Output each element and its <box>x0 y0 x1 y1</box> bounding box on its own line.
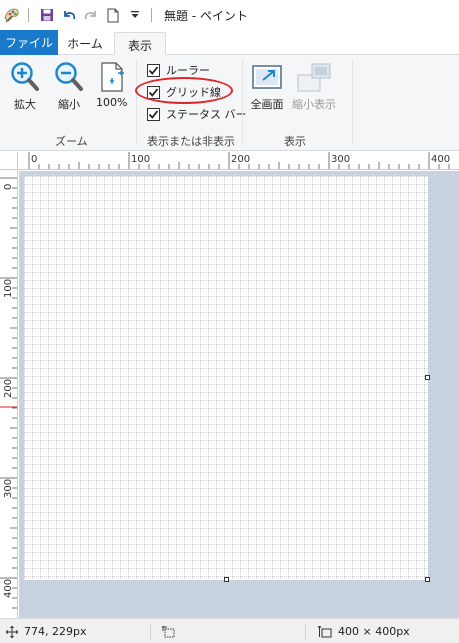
rulers-label: ルーラー <box>166 64 210 77</box>
h-ruler-label: 300 <box>331 154 351 165</box>
zoom-out-button[interactable]: 縮小 <box>54 61 84 112</box>
canvas-workspace <box>19 171 459 618</box>
zoom-out-icon <box>55 62 83 91</box>
zoom-in-icon <box>11 62 39 91</box>
fullscreen-label: 全画面 <box>250 98 284 111</box>
undo-icon[interactable] <box>59 5 79 25</box>
v-ruler-label: 0 <box>3 183 14 190</box>
actual-size-page-icon <box>101 62 124 92</box>
zoom-in-button[interactable]: 拡大 <box>10 61 40 112</box>
v-ruler-label: 400 <box>3 578 14 598</box>
window-title: 無題 - ペイント <box>164 8 248 23</box>
status-divider <box>150 624 151 639</box>
highlight-ellipse <box>135 77 233 104</box>
zoom-100-button[interactable]: 100% <box>96 61 127 109</box>
tab-view[interactable]: 表示 <box>114 32 166 57</box>
statusbar-checkbox[interactable] <box>147 107 160 121</box>
zoom-group-label: ズーム <box>55 135 88 148</box>
h-ruler-label: 200 <box>231 154 251 165</box>
zoom-out-label: 縮小 <box>58 98 80 111</box>
canvas-size-segment: 400 × 400px <box>318 619 410 643</box>
toolbar-divider <box>28 8 29 22</box>
ruler-corner <box>0 152 18 170</box>
status-bar: 774, 229px 400 × 400px <box>0 618 459 643</box>
resize-handle-corner[interactable] <box>425 577 430 582</box>
drawing-canvas[interactable] <box>24 176 428 580</box>
v-ruler-label: 100 <box>3 278 14 298</box>
h-ruler-label: 0 <box>31 154 38 165</box>
cursor-position-segment: 774, 229px <box>6 619 86 643</box>
thumbnail-button[interactable]: 縮小表示 <box>292 61 336 112</box>
canvas-size-text: 400 × 400px <box>338 625 410 638</box>
rulers-checkbox[interactable] <box>147 63 160 77</box>
checkmark-icon <box>148 109 159 119</box>
selection-size-segment <box>162 619 181 643</box>
toolbar-divider <box>151 8 152 22</box>
vertical-ruler: 0 100 200 300 400 <box>0 170 18 618</box>
v-ruler-label: 300 <box>3 478 14 498</box>
status-divider <box>305 624 306 639</box>
thumbnail-icon <box>297 63 331 92</box>
h-ruler-label: 100 <box>131 154 151 165</box>
customize-toolbar-dropdown-icon[interactable] <box>125 5 145 25</box>
quick-access-toolbar <box>0 0 158 30</box>
h-ruler-label: 400 <box>431 154 451 165</box>
v-ruler-label: 200 <box>3 378 14 398</box>
tab-home[interactable]: ホーム <box>60 32 110 55</box>
thumbnail-label: 縮小表示 <box>292 98 336 111</box>
redo-icon[interactable] <box>81 5 101 25</box>
statusbar-label: ステータス バー <box>166 108 247 121</box>
horizontal-ruler: 0 100 200 300 400 <box>18 152 459 170</box>
resize-handle-right[interactable] <box>425 375 430 380</box>
cursor-position-icon <box>6 625 18 638</box>
statusbar-checkbox-row[interactable]: ステータス バー <box>147 106 247 122</box>
ribbon-tab-strip: ファイル ホーム 表示 <box>0 30 459 57</box>
canvas-size-icon <box>318 625 332 637</box>
new-file-icon[interactable] <box>103 5 123 25</box>
group-divider <box>352 59 353 145</box>
gridlines-overlay <box>24 176 428 580</box>
cursor-position-text: 774, 229px <box>24 625 87 638</box>
fullscreen-button[interactable]: 全画面 <box>250 61 284 112</box>
display-group-label: 表示 <box>284 135 306 148</box>
zoom-100-label: 100% <box>96 96 128 109</box>
selection-size-icon <box>162 625 175 637</box>
checkmark-icon <box>148 65 159 75</box>
resize-handle-bottom[interactable] <box>224 577 229 582</box>
show-hide-group-label: 表示または非表示 <box>147 135 235 148</box>
paint-app-icon[interactable] <box>2 5 22 25</box>
tab-file[interactable]: ファイル <box>0 30 58 55</box>
rulers-checkbox-row[interactable]: ルーラー <box>147 62 210 78</box>
title-bar: 無題 - ペイント <box>0 0 459 30</box>
ribbon-view-panel: 拡大 縮小 100% ズーム ルーラー グリッド線 ステータス バー 表示または… <box>0 55 459 151</box>
group-divider <box>136 59 137 145</box>
zoom-in-label: 拡大 <box>14 98 36 111</box>
save-icon[interactable] <box>37 5 57 25</box>
fullscreen-icon <box>252 65 282 89</box>
group-divider <box>242 59 243 145</box>
